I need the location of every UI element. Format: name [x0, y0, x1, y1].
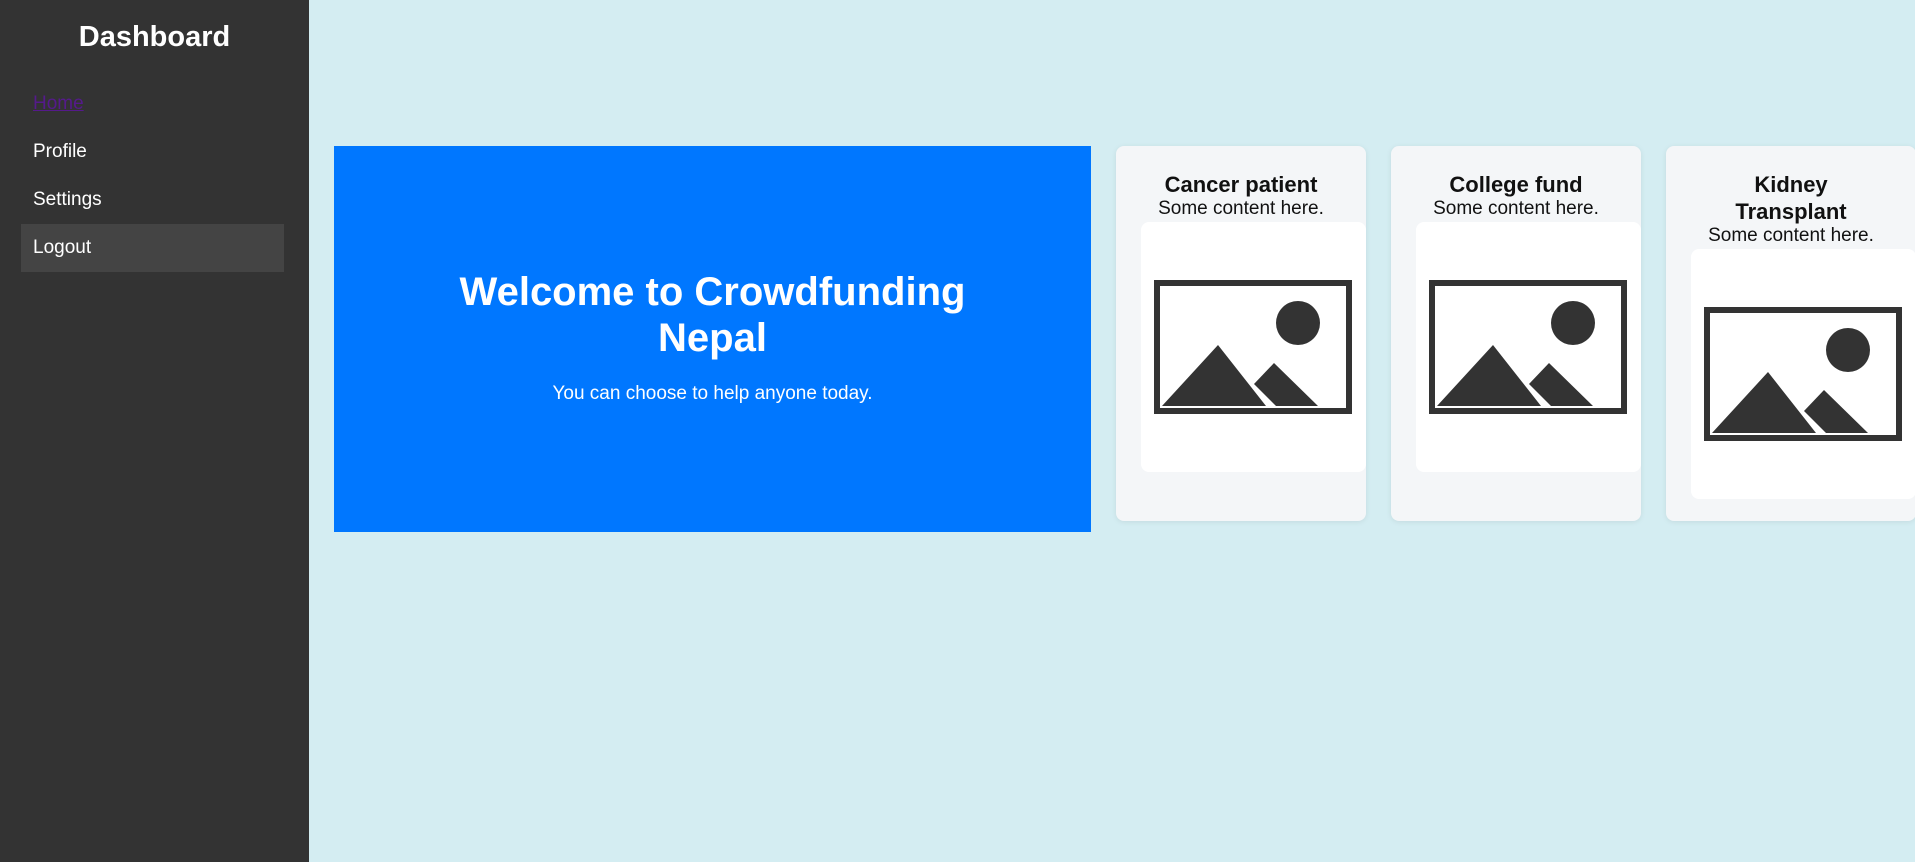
image-placeholder-icon	[1154, 280, 1352, 414]
card-text: Some content here.	[1158, 198, 1324, 219]
card-text: Some content here.	[1708, 225, 1874, 246]
image-placeholder-icon	[1429, 280, 1627, 414]
welcome-banner: Welcome to Crowdfunding Nepal You can ch…	[334, 146, 1091, 532]
card-title: Kidney Transplant	[1735, 172, 1847, 224]
campaign-card-college[interactable]: College fund Some content here.	[1391, 146, 1641, 521]
campaign-card-cancer[interactable]: Cancer patient Some content here.	[1116, 146, 1366, 521]
card-title: College fund	[1449, 172, 1583, 197]
sidebar-item-settings[interactable]: Settings	[21, 176, 284, 224]
welcome-title: Welcome to Crowdfunding Nepal	[459, 270, 966, 360]
card-image	[1691, 249, 1915, 499]
sidebar-item-logout[interactable]: Logout	[21, 224, 284, 272]
image-placeholder-icon	[1704, 307, 1902, 441]
card-title: Cancer patient	[1164, 172, 1318, 197]
sidebar-item-profile[interactable]: Profile	[21, 128, 284, 176]
campaign-card-kidney[interactable]: Kidney Transplant Some content here.	[1666, 146, 1915, 521]
card-image	[1141, 222, 1366, 472]
sidebar-item-home[interactable]: Home	[21, 80, 284, 128]
sidebar: Dashboard Home Profile Settings Logout	[0, 0, 309, 862]
welcome-subtitle: You can choose to help anyone today.	[552, 383, 873, 404]
sidebar-title: Dashboard	[78, 21, 231, 53]
card-image	[1416, 222, 1641, 472]
card-text: Some content here.	[1433, 198, 1599, 219]
sidebar-nav: Home Profile Settings Logout	[21, 80, 284, 272]
